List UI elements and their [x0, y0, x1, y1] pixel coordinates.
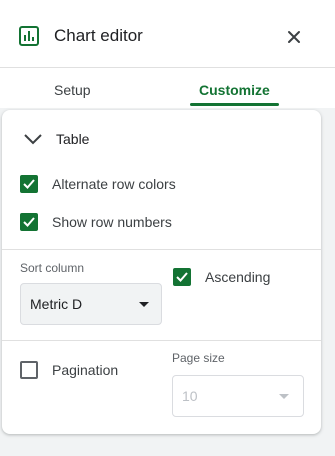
- dropdown-arrow-icon: [279, 394, 289, 399]
- checkmark-icon: [23, 217, 35, 227]
- alternate-row-colors-checkbox[interactable]: [20, 175, 38, 193]
- checkmark-icon: [23, 179, 35, 189]
- active-tab-indicator: [190, 103, 279, 106]
- section-title: Table: [56, 131, 90, 147]
- alternate-row-colors-label: Alternate row colors: [52, 176, 176, 192]
- close-icon[interactable]: [286, 29, 302, 45]
- sort-column-label: Sort column: [20, 261, 85, 275]
- page-size-value: 10: [182, 388, 198, 404]
- sort-column-select[interactable]: Metric D: [20, 283, 162, 325]
- chart-editor-header: Chart editor: [0, 0, 335, 68]
- pagination-checkbox[interactable]: [20, 361, 38, 379]
- page-size-select: 10: [172, 375, 304, 417]
- show-row-numbers-checkbox[interactable]: [20, 213, 38, 231]
- table-section-card: Table Alternate row colors Show row numb…: [2, 110, 321, 434]
- sort-column-value: Metric D: [30, 296, 83, 312]
- bar-chart-icon: [19, 26, 39, 46]
- page-size-label: Page size: [172, 351, 225, 365]
- ascending-checkbox[interactable]: [173, 268, 191, 286]
- table-section-header[interactable]: Table: [2, 122, 321, 158]
- chevron-down-icon: [24, 134, 42, 145]
- divider: [2, 340, 321, 341]
- divider: [2, 249, 321, 250]
- show-row-numbers-label: Show row numbers: [52, 214, 172, 230]
- pagination-label: Pagination: [52, 362, 119, 378]
- dropdown-arrow-icon: [139, 302, 149, 307]
- ascending-label: Ascending: [205, 269, 271, 285]
- tab-customize[interactable]: Customize: [199, 81, 270, 99]
- checkmark-icon: [176, 272, 188, 282]
- editor-tabs: Setup Customize: [0, 68, 335, 108]
- panel-title: Chart editor: [54, 26, 143, 45]
- tab-setup[interactable]: Setup: [54, 81, 91, 99]
